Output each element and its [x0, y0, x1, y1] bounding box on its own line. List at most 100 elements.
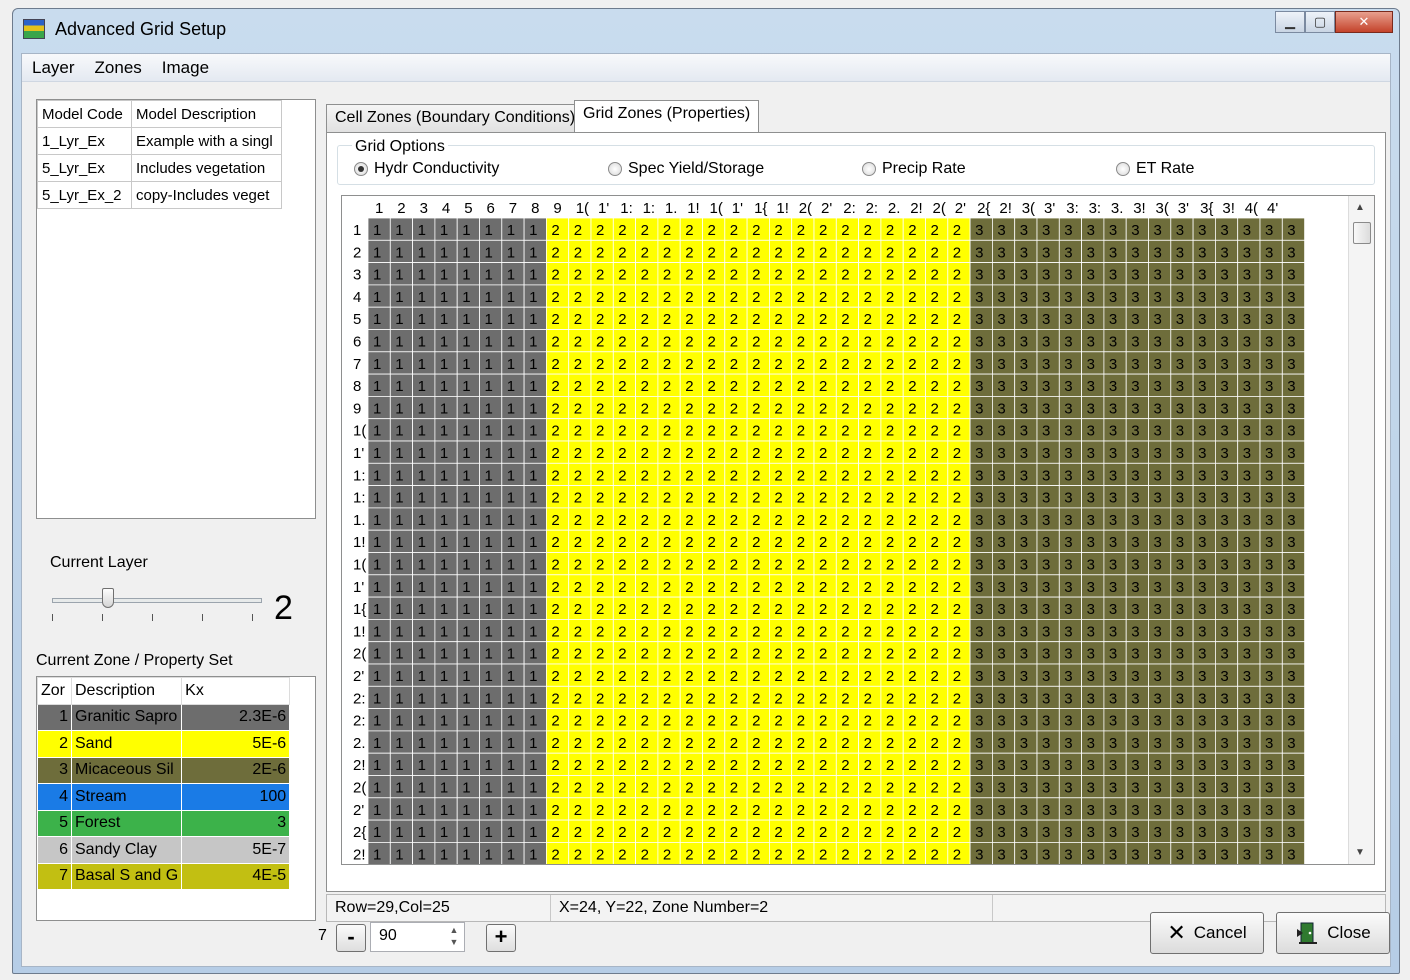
grid-column-header: 6	[487, 200, 495, 217]
grid-cell-label: 1	[529, 244, 537, 261]
menu-layer[interactable]: Layer	[22, 54, 85, 81]
zoom-in-button[interactable]: +	[486, 924, 516, 952]
close-window-button[interactable]: ✕	[1335, 11, 1393, 33]
grid-cell-label: 2	[708, 311, 716, 328]
grid-cell-label: 2	[752, 668, 760, 685]
radio-precip-rate[interactable]: Precip Rate	[862, 160, 966, 178]
model-code-header[interactable]: Model Code	[37, 100, 132, 128]
radio-spec-yield[interactable]: Spec Yield/Storage	[608, 160, 764, 178]
table-row[interactable]: 5_Lyr_Ex_2 copy-Includes veget	[37, 181, 282, 209]
grid-cell-label: 2	[931, 490, 939, 507]
scroll-down-icon[interactable]: ▼	[1355, 847, 1365, 858]
grid-cell-label: 1	[418, 690, 426, 707]
scroll-up-icon[interactable]: ▲	[1355, 202, 1365, 213]
zone-description-header[interactable]: Description	[70, 677, 183, 705]
close-button[interactable]: Close	[1276, 912, 1390, 954]
grid-cell-label: 2	[908, 824, 916, 841]
zone-kx-header[interactable]: Kx	[181, 677, 291, 705]
grid-cell-label: 2	[864, 311, 872, 328]
grid-cell-label: 1	[507, 356, 515, 373]
grid-cell-label: 3	[1064, 222, 1072, 239]
grid-cell-label: 3	[1020, 557, 1028, 574]
grid-cell-label: 1	[418, 601, 426, 618]
grid-cell-label: 1	[373, 757, 381, 774]
tab-cell-zones[interactable]: Cell Zones (Boundary Conditions)	[326, 104, 585, 132]
slider-thumb[interactable]	[102, 588, 114, 608]
grid-cell-label: 2	[574, 690, 582, 707]
grid-cell-label: 3	[1064, 623, 1072, 640]
grid-cell-label: 1	[507, 534, 515, 551]
grid-cell-label: 2	[752, 445, 760, 462]
zone-id: 2	[37, 730, 72, 758]
zone-row[interactable]: 4 Stream 100	[37, 783, 291, 811]
radio-et-rate[interactable]: ET Rate	[1116, 160, 1194, 178]
layer-slider[interactable]	[52, 584, 267, 624]
zoom-out-button[interactable]: -	[336, 924, 366, 952]
grid-cell-label: 1	[440, 757, 448, 774]
zoom-spinner[interactable]: ▲ ▼	[444, 924, 464, 950]
grid-cell-label: 3	[1287, 356, 1295, 373]
table-row[interactable]: 1_Lyr_Ex Example with a singl	[37, 127, 282, 155]
grid-cell-label: 1	[529, 512, 537, 529]
table-row[interactable]: 5_Lyr_Ex Includes vegetation	[37, 154, 282, 182]
grid-cell-label: 3	[1287, 334, 1295, 351]
radio-hydr-conductivity[interactable]: Hydr Conductivity	[354, 160, 499, 178]
zone-row[interactable]: 1 Granitic Sapro 2.3E-6	[37, 703, 291, 731]
menu-image[interactable]: Image	[152, 54, 219, 81]
zone-row[interactable]: 3 Micaceous Sil 2E-6	[37, 756, 291, 784]
vertical-scrollbar[interactable]: ▲ ▼	[1348, 196, 1374, 864]
grid-cell-label: 2	[819, 356, 827, 373]
zone-row[interactable]: 2 Sand 5E-6	[37, 730, 291, 758]
grid-cell-label: 1	[373, 490, 381, 507]
cancel-button[interactable]: ✕ Cancel	[1150, 912, 1264, 954]
model-list[interactable]: Model Code Model Description 1_Lyr_Ex Ex…	[36, 99, 316, 519]
grid-cell-label: 3	[1220, 311, 1228, 328]
grid-cell-label: 2	[574, 512, 582, 529]
window-controls: ▁ ▢ ✕	[1275, 11, 1393, 33]
model-description-header[interactable]: Model Description	[131, 100, 282, 128]
zone-grid[interactable]: 1 2 3 4 5 6 7 8 9 1(1' 1: 1: 1. 1! 1(1' 1{1! 2(2' 2: 2: 2. 2…	[341, 195, 1375, 865]
zone-grid-canvas[interactable]: 1 2 3 4 5 6 7 8 9 1(1' 1: 1: 1. 1! 1(1' 1{1! 2(2' 2: 2: 2. 2…	[342, 196, 1348, 864]
grid-cell-label: 2	[752, 267, 760, 284]
zone-list[interactable]: Zor Description Kx 1 Granitic Sapro 2.3E-6…	[36, 676, 316, 921]
grid-cell-label: 1	[507, 378, 515, 395]
grid-cell-label: 3	[1064, 713, 1072, 730]
zone-row[interactable]: 7 Basal S and G 4E-5	[37, 862, 291, 890]
grid-cell-label: 2	[774, 668, 782, 685]
grid-cell-label: 3	[1243, 289, 1251, 306]
grid-cell-label: 3	[1109, 623, 1117, 640]
menu-zones[interactable]: Zones	[85, 54, 152, 81]
grid-cell-label: 3	[1243, 557, 1251, 574]
grid-cell-label: 2	[752, 244, 760, 261]
grid-cell-label: 3	[1020, 311, 1028, 328]
zone-kx: 2E-6	[181, 756, 291, 784]
grid-cell-label: 3	[1198, 378, 1206, 395]
grid-cell-label: 3	[1109, 579, 1117, 596]
grid-cell-label: 3	[1109, 713, 1117, 730]
minimize-button[interactable]: ▁	[1275, 11, 1305, 33]
grid-cell-label: 3	[1154, 534, 1162, 551]
grid-cell-label: 1	[462, 579, 470, 596]
zone-row[interactable]: 6 Sandy Clay 5E-7	[37, 836, 291, 864]
grid-cell-label: 3	[1131, 289, 1139, 306]
grid-cell-label: 3	[1287, 244, 1295, 261]
grid-cell-label: 2	[596, 668, 604, 685]
grid-options-legend: Grid Options	[352, 138, 448, 156]
grid-cell-label: 3	[1064, 579, 1072, 596]
grid-cell-label: 2	[797, 334, 805, 351]
grid-column-header: 2	[397, 200, 405, 217]
grid-cell-label: 2	[908, 289, 916, 306]
grid-cell-label: 2	[953, 802, 961, 819]
grid-cell-label: 3	[1243, 579, 1251, 596]
grid-cell-label: 2	[685, 534, 693, 551]
grid-cell-label: 2	[908, 802, 916, 819]
grid-cell-label: 3	[975, 423, 983, 440]
grid-cell-label: 3	[1064, 490, 1072, 507]
zone-id-header[interactable]: Zor	[37, 677, 72, 705]
grid-cell-label: 2	[953, 623, 961, 640]
tab-grid-zones[interactable]: Grid Zones (Properties)	[574, 100, 760, 132]
zone-row[interactable]: 5 Forest 3	[37, 809, 291, 837]
scroll-thumb[interactable]	[1353, 222, 1371, 244]
maximize-button[interactable]: ▢	[1305, 11, 1335, 33]
grid-cell-label: 2	[551, 311, 559, 328]
